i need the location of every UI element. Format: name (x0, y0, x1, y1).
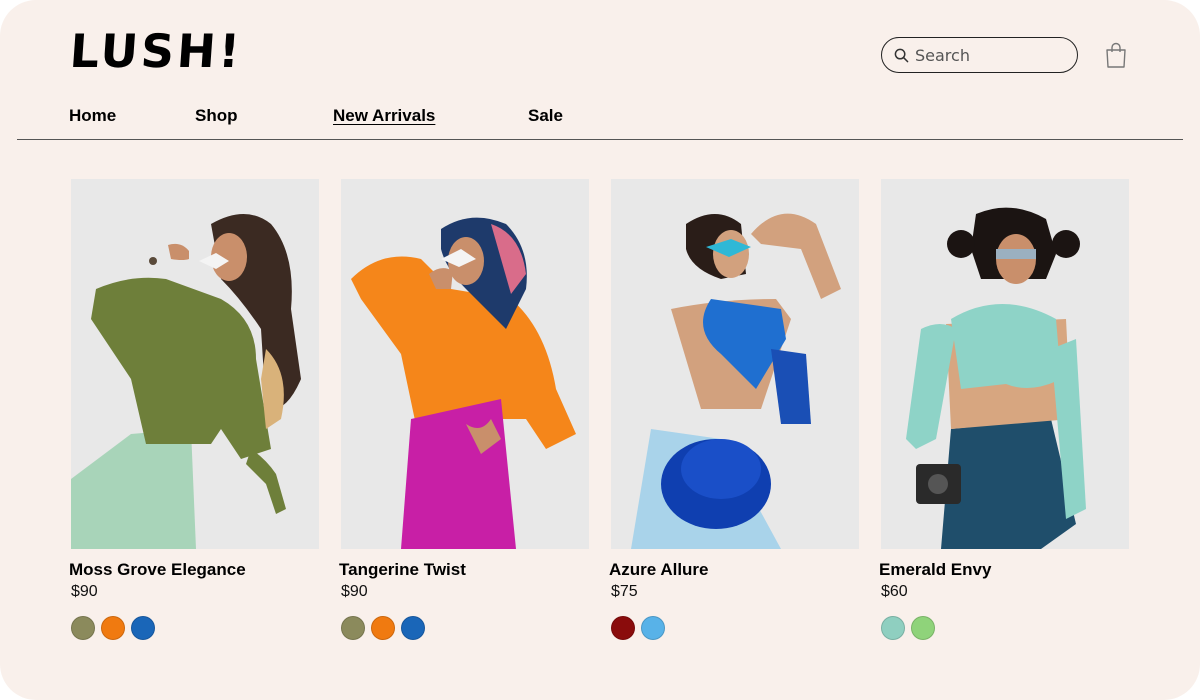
color-swatch[interactable] (401, 616, 425, 640)
color-swatch[interactable] (911, 616, 935, 640)
product-image[interactable] (881, 179, 1129, 549)
product-name[interactable]: Azure Allure (609, 560, 709, 580)
product-name[interactable]: Moss Grove Elegance (69, 560, 246, 580)
product-card[interactable]: Emerald Envy $60 (879, 179, 1129, 640)
color-swatches (341, 616, 425, 640)
nav-item-sale[interactable]: Sale (528, 106, 563, 126)
nav-item-home[interactable]: Home (69, 106, 116, 126)
shopping-bag-icon[interactable] (1104, 42, 1128, 68)
color-swatch[interactable] (131, 616, 155, 640)
brand-logo[interactable]: LUSH! (68, 24, 244, 78)
color-swatches (611, 616, 665, 640)
color-swatch[interactable] (611, 616, 635, 640)
product-card[interactable]: Azure Allure $75 (609, 179, 859, 640)
color-swatch[interactable] (641, 616, 665, 640)
color-swatch[interactable] (371, 616, 395, 640)
product-price: $90 (341, 583, 368, 600)
product-name[interactable]: Tangerine Twist (339, 560, 466, 580)
main-nav: Home Shop New Arrivals Sale (0, 106, 1200, 130)
color-swatches (881, 616, 935, 640)
color-swatch[interactable] (881, 616, 905, 640)
product-price: $90 (71, 583, 98, 600)
color-swatch[interactable] (101, 616, 125, 640)
product-card[interactable]: Moss Grove Elegance $90 (69, 179, 319, 640)
color-swatch[interactable] (71, 616, 95, 640)
page-frame: LUSH! Home Shop New Arrivals Sale (0, 0, 1200, 700)
product-name[interactable]: Emerald Envy (879, 560, 991, 580)
product-card[interactable]: Tangerine Twist $90 (339, 179, 589, 640)
nav-item-shop[interactable]: Shop (195, 106, 238, 126)
product-image[interactable] (71, 179, 319, 549)
color-swatches (71, 616, 155, 640)
search-bar[interactable] (881, 37, 1078, 73)
product-image[interactable] (341, 179, 589, 549)
product-image[interactable] (611, 179, 859, 549)
color-swatch[interactable] (341, 616, 365, 640)
nav-item-new-arrivals[interactable]: New Arrivals (333, 106, 435, 126)
search-input[interactable] (915, 45, 1065, 65)
product-price: $75 (611, 583, 638, 600)
search-icon[interactable] (893, 47, 909, 63)
nav-divider (17, 139, 1183, 140)
product-price: $60 (881, 583, 908, 600)
